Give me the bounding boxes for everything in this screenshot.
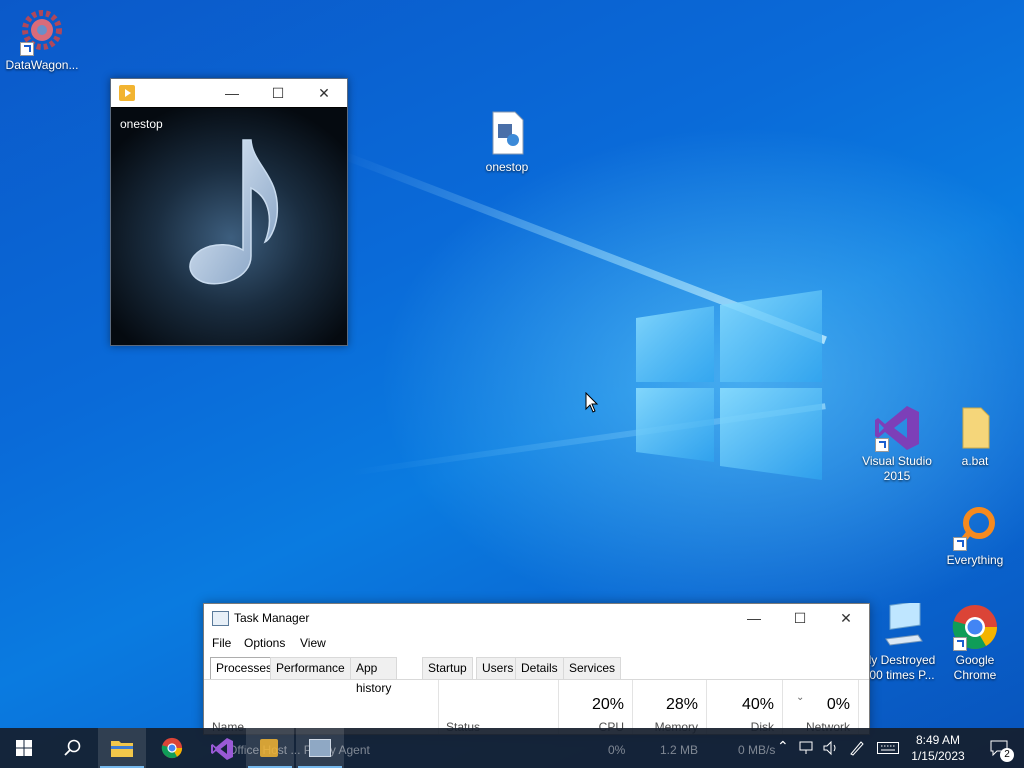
desktop-icon-label-line2: Chrome: [953, 668, 997, 682]
column-disk[interactable]: 40% Disk: [706, 680, 783, 734]
shortcut-arrow-icon: [953, 537, 967, 551]
column-status[interactable]: Status: [438, 680, 559, 734]
process-table-header: Name Status 20% CPU 28% Memory 40% Disk …: [204, 679, 869, 734]
tab-users[interactable]: Users: [476, 657, 520, 679]
windows-logo-wallpaper: [636, 290, 822, 480]
music-note-icon: [189, 139, 279, 285]
search-icon: [64, 739, 81, 756]
gear-icon: [18, 8, 66, 56]
window-title: Task Manager: [234, 611, 310, 625]
row-cpu: 0%: [608, 743, 626, 757]
close-button[interactable]: ✕: [823, 604, 869, 632]
taskbar-visual-studio[interactable]: [198, 728, 246, 768]
cpu-percent: 20%: [591, 696, 624, 713]
desktop-icon-label: Everything: [946, 553, 1004, 567]
computer-icon: [878, 600, 926, 651]
desktop-icon-label-line2: 2015: [883, 469, 911, 483]
shortcut-arrow-icon: [875, 438, 889, 452]
desktop-icon-visual-studio[interactable]: Visual Studio 2015: [855, 404, 939, 484]
mouse-cursor-icon: [585, 392, 599, 413]
notification-badge: 2: [1000, 748, 1014, 762]
menu-file[interactable]: File: [212, 636, 231, 650]
desktop-icon-onestop[interactable]: onestop: [465, 110, 549, 175]
taskbar-chrome[interactable]: [148, 728, 196, 768]
media-app-icon: [260, 739, 278, 757]
chrome-icon: [161, 737, 183, 759]
desktop-icon-datawagon[interactable]: DataWagon...: [0, 8, 84, 73]
media-display-area: onestop: [111, 108, 347, 345]
desktop-icon-label-line1: Visual Studio: [862, 454, 932, 468]
taskbar-media-player[interactable]: [246, 728, 294, 768]
column-name[interactable]: Name: [204, 680, 439, 734]
task-manager-titlebar[interactable]: Task Manager — ☐ ✕: [204, 604, 869, 632]
column-memory[interactable]: 28% Memory: [632, 680, 707, 734]
tab-performance[interactable]: Performance: [270, 657, 351, 679]
visual-studio-icon: [211, 738, 233, 760]
maximize-button[interactable]: ☐: [777, 604, 823, 632]
start-button[interactable]: [0, 728, 48, 768]
search-button[interactable]: [48, 728, 96, 768]
desktop-icon-everything[interactable]: Everything: [933, 503, 1017, 568]
tab-startup[interactable]: Startup: [422, 657, 473, 679]
sort-chevron-down-icon: ⌄: [796, 692, 805, 703]
shortcut-arrow-icon: [20, 42, 34, 56]
task-manager-icon: [309, 739, 331, 757]
tab-app-history[interactable]: App history: [350, 657, 398, 695]
media-window-titlebar[interactable]: — ☐ ✕: [111, 79, 347, 107]
desktop-icon-label-line2: 00 times P...: [869, 668, 935, 682]
disk-percent: 40%: [741, 696, 774, 713]
tab-details[interactable]: Details: [515, 657, 564, 679]
clock-date: 1/15/2023: [911, 749, 965, 763]
shortcut-arrow-icon: [953, 637, 967, 651]
taskbar-file-explorer[interactable]: [98, 728, 146, 768]
taskbar-clock[interactable]: 8:49 AM 1/15/2023: [900, 732, 976, 764]
chrome-icon: [951, 603, 999, 651]
pen-icon[interactable]: [849, 740, 865, 756]
taskbar: Office Host ... Policy Agent 0% 1.2 MB 0…: [0, 728, 1024, 768]
folder-file-icon: [951, 404, 999, 452]
desktop-icon-label-line1: Google: [955, 653, 995, 667]
folder-icon: [111, 741, 133, 757]
media-title-label: onestop: [120, 117, 163, 131]
desktop-icon-label: DataWagon...: [5, 58, 79, 72]
desktop-icon-label: onestop: [485, 160, 529, 174]
tab-processes[interactable]: Processes: [210, 657, 279, 680]
desktop-icon-label-line1: ly Destroyed: [868, 653, 936, 667]
visual-studio-icon: [873, 404, 921, 452]
task-manager-icon: [212, 611, 229, 626]
desktop-icon-chrome[interactable]: Google Chrome: [933, 603, 1017, 683]
keyboard-icon[interactable]: [877, 742, 899, 754]
menu-options[interactable]: Options: [244, 636, 285, 650]
close-button[interactable]: ✕: [301, 79, 347, 107]
clock-time: 8:49 AM: [915, 733, 961, 747]
media-app-icon: [119, 85, 135, 101]
tab-services[interactable]: Services: [563, 657, 622, 679]
row-disk: 0 MB/s: [738, 743, 776, 757]
magnifier-icon: [951, 503, 999, 551]
memory-percent: 28%: [665, 696, 698, 713]
minimize-button[interactable]: —: [209, 79, 255, 107]
system-tray: ⌃: [775, 728, 899, 768]
menu-bar: File Options View: [204, 632, 869, 654]
desktop-icon-label: a.bat: [961, 454, 989, 468]
column-network[interactable]: ⌄ 0% Network: [782, 680, 859, 734]
media-player-window[interactable]: — ☐ ✕ onestop: [110, 78, 348, 346]
chevron-up-icon[interactable]: ⌃: [777, 738, 789, 755]
media-file-icon: [483, 110, 531, 158]
row-memory: 1.2 MB: [660, 743, 699, 757]
desktop-icon-abat[interactable]: a.bat: [933, 404, 1017, 469]
network-icon[interactable]: [799, 741, 815, 755]
task-manager-window[interactable]: Task Manager — ☐ ✕ File Options View Pro…: [203, 603, 870, 735]
maximize-button[interactable]: ☐: [255, 79, 301, 107]
network-percent: 0%: [826, 696, 850, 713]
taskbar-task-manager[interactable]: [296, 728, 344, 768]
column-cpu[interactable]: 20% CPU: [558, 680, 633, 734]
minimize-button[interactable]: —: [731, 604, 777, 632]
menu-view[interactable]: View: [300, 636, 326, 650]
desktop-icon-destroyed[interactable]: ly Destroyed 00 times P...: [860, 600, 944, 683]
action-center-button[interactable]: 2: [976, 728, 1024, 768]
windows-start-icon: [16, 740, 32, 756]
volume-icon[interactable]: [823, 740, 839, 756]
